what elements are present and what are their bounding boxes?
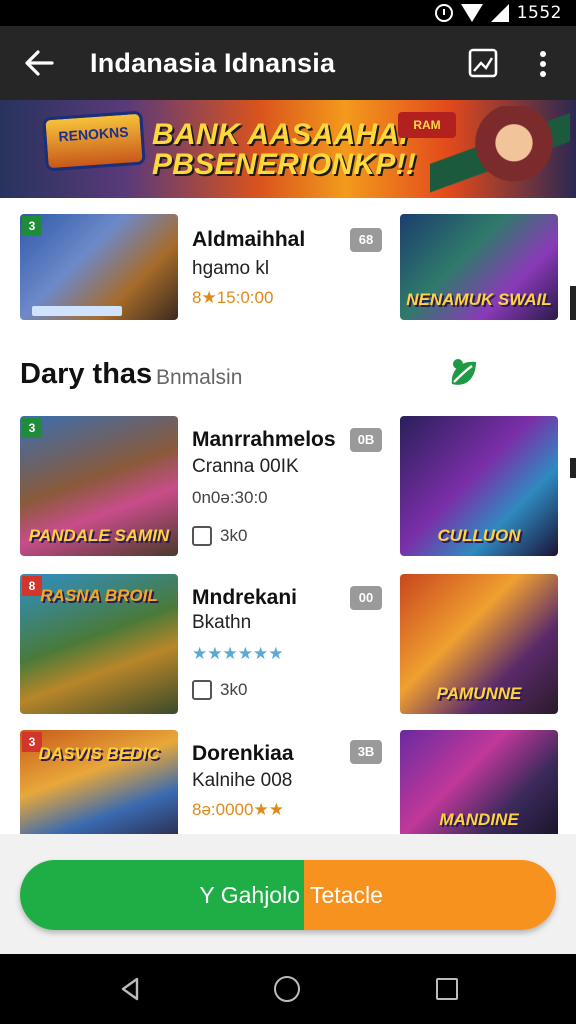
game-title[interactable]: Manrrahmelos <box>192 428 336 452</box>
game-thumbnail[interactable]: 3 DASVIS BEDIC <box>20 730 178 834</box>
game-badge: 3B <box>350 740 382 764</box>
side-thumb-label: PAMUNNE <box>436 684 522 703</box>
banner-headline-line1: BANK AASAAHAI <box>152 118 409 151</box>
thumbs-up-icon <box>192 526 212 546</box>
more-vert-icon <box>540 51 546 77</box>
game-title[interactable]: Dorenkiaa <box>192 742 294 766</box>
banner-hero-art <box>430 106 570 198</box>
progress-dots <box>32 306 122 316</box>
game-title[interactable]: Mndrekani <box>192 586 297 610</box>
scroll-peek <box>570 458 576 478</box>
thumb-label: RASNA BROIL <box>40 586 158 605</box>
banner-headline: BANK AASAAHAI PBSENERIONKP!! <box>152 120 416 180</box>
nav-home-button[interactable] <box>274 976 300 1002</box>
game-rating: ★★★★★★ <box>192 644 284 663</box>
image-button[interactable] <box>466 46 500 80</box>
thumb-label: DASVIS BEDIC <box>38 744 160 763</box>
cta-right-label: Tetacle <box>304 860 556 930</box>
banner-badge: RENOKNS <box>42 110 146 172</box>
back-button[interactable] <box>18 42 60 84</box>
promo-banner[interactable]: RENOKNS BANK AASAAHAI PBSENERIONKP!! RAM <box>0 100 576 198</box>
game-thumbnail[interactable]: 8 RASNA BROIL <box>20 574 178 714</box>
game-thumbnail[interactable]: 3 PANDALE SAMIN <box>20 416 178 556</box>
game-meta: 0n0ə:30:0 <box>192 488 268 507</box>
game-side-thumbnail[interactable]: MANDINE <box>400 730 558 834</box>
featured-side-thumbnail[interactable]: NENAMUK SWAIL <box>400 214 558 320</box>
side-thumb-label: CULLUON <box>437 526 521 545</box>
featured-thumbnail[interactable]: 3 <box>20 214 178 320</box>
triangle-back-icon <box>121 977 139 1001</box>
cta-button[interactable]: Y Gahjolo Tetacle <box>20 860 556 930</box>
like-count-label: 3k0 <box>220 526 248 545</box>
alarm-icon <box>434 4 453 22</box>
corner-badge: 3 <box>22 418 42 438</box>
banner-headline-line2: PBSENERIONKP!! <box>152 148 417 181</box>
app-bar: Indanasia Idnansia <box>0 26 576 100</box>
game-badge: 00 <box>350 586 382 610</box>
wifi-icon <box>460 4 483 22</box>
side-thumb-label: MANDINE <box>439 810 519 829</box>
game-subtitle: Kalnihe 008 <box>192 770 293 791</box>
game-subtitle: Cranna 00IK <box>192 456 299 477</box>
cta-left-label: Y Gahjolo <box>20 860 304 930</box>
game-list: 3 Aldmaihhal hgamo kl 8★15:0:00 68 NENAM… <box>0 198 576 834</box>
status-bar: 1552 <box>0 0 576 26</box>
page-title: Indanasia Idnansia <box>90 48 336 78</box>
nav-back-button[interactable] <box>118 976 144 1002</box>
image-icon <box>468 48 498 78</box>
section-title: Dary thas <box>20 358 153 390</box>
thumbs-up-icon <box>192 680 212 700</box>
game-subtitle: Bkathn <box>192 612 252 633</box>
system-nav-bar <box>0 954 576 1024</box>
thumb-label: PANDALE SAMIN <box>28 526 170 545</box>
game-badge: 0B <box>350 428 382 452</box>
nav-recents-button[interactable] <box>436 978 458 1000</box>
signal-icon <box>490 4 509 22</box>
featured-meta: 8★15:0:00 <box>192 288 274 307</box>
game-side-thumbnail[interactable]: PAMUNNE <box>400 574 558 714</box>
like-count[interactable]: 3k0 <box>192 526 247 546</box>
leaf-icon <box>446 354 482 394</box>
like-count[interactable]: 3k0 <box>192 680 247 700</box>
featured-subtitle: hgamo kl <box>192 258 270 279</box>
scroll-peek <box>570 286 576 320</box>
like-count-label: 3k0 <box>220 680 248 699</box>
featured-title[interactable]: Aldmaihhal <box>192 228 305 252</box>
status-time: 1552 <box>516 3 562 23</box>
section-subtitle: Bnmalsin <box>156 366 243 389</box>
side-thumb-label: NENAMUK SWAIL <box>406 290 552 309</box>
featured-badge: 68 <box>350 228 382 252</box>
arrow-left-icon <box>25 50 54 76</box>
game-meta: 8ə:0000★★ <box>192 800 284 819</box>
more-options-button[interactable] <box>528 48 558 80</box>
game-side-thumbnail[interactable]: CULLUON <box>400 416 558 556</box>
corner-badge: 3 <box>22 216 42 236</box>
